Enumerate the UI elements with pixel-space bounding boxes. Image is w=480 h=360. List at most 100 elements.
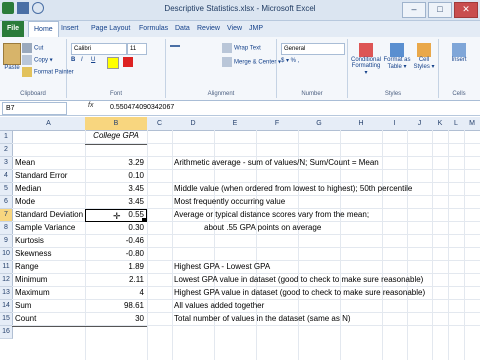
column-header-c[interactable]: C [147, 117, 173, 131]
merge-icon [222, 57, 232, 67]
format-as-table-button[interactable]: Format as Table ▾ [383, 43, 411, 70]
column-header-g[interactable]: G [298, 117, 341, 131]
insert-cells-button[interactable]: Insert [445, 43, 473, 63]
font-size-select[interactable]: 11 [127, 43, 147, 55]
formula-bar: B7 fx 0.550474090342067 [0, 101, 480, 116]
row-header-16[interactable]: 16 [0, 326, 13, 339]
close-button[interactable]: ✕ [454, 2, 478, 18]
stat-label[interactable]: Mode [15, 197, 35, 206]
tab-home[interactable]: Home [28, 21, 59, 38]
tab-file[interactable]: File [2, 21, 25, 37]
stat-label[interactable]: Median [15, 184, 41, 193]
conditional-formatting-button[interactable]: Conditional Formatting ▾ [350, 43, 382, 76]
copy-button[interactable]: Copy ▾ [22, 55, 53, 65]
stat-value[interactable]: 4 [85, 288, 144, 297]
stat-value[interactable]: 98.61 [85, 301, 144, 310]
minimize-button[interactable]: – [402, 2, 426, 18]
cursor-icon: ✛ [113, 211, 121, 221]
stat-value[interactable]: -0.80 [85, 249, 144, 258]
stat-value[interactable]: 0.10 [85, 171, 144, 180]
stat-label[interactable]: Maximum [15, 288, 50, 297]
ribbon-tabs: File Home Insert Page Layout Formulas Da… [0, 21, 480, 38]
column-header-a[interactable]: A [12, 117, 86, 131]
column-header-h[interactable]: H [340, 117, 383, 131]
stat-value[interactable]: 2.11 [85, 275, 144, 284]
stat-note[interactable]: Highest GPA - Lowest GPA [174, 262, 270, 271]
currency-button[interactable]: $ ▾ % , [281, 57, 299, 64]
stat-note[interactable]: Lowest GPA value in dataset (good to che… [174, 275, 423, 284]
stat-value[interactable]: 3.45 [85, 197, 144, 206]
column-header-f[interactable]: F [256, 117, 299, 131]
wrap-text-button[interactable]: Wrap Text [222, 43, 261, 53]
alignment-group: Wrap Text Merge & Center ▾ Alignment [166, 39, 281, 98]
stat-value[interactable]: -0.46 [85, 236, 144, 245]
stat-label[interactable]: Standard Deviation [15, 210, 83, 219]
stat-label[interactable]: Range [15, 262, 39, 271]
stat-value[interactable]: 3.45 [85, 184, 144, 193]
bold-button[interactable]: B [71, 57, 75, 63]
stat-label[interactable]: Count [15, 314, 36, 323]
header-cell[interactable]: College GPA [85, 131, 147, 140]
tab-page-layout[interactable]: Page Layout [86, 21, 135, 37]
stat-note[interactable]: Middle value (when ordered from lowest t… [174, 184, 412, 193]
name-box[interactable]: B7 [2, 102, 67, 115]
fill-color-button[interactable] [107, 57, 121, 69]
fill-color-icon [107, 57, 119, 69]
tab-review[interactable]: Review [192, 21, 225, 37]
column-header-m[interactable]: M [464, 117, 480, 131]
italic-button[interactable]: I [81, 57, 83, 63]
align-top-button[interactable] [170, 45, 182, 57]
column-header-k[interactable]: K [432, 117, 449, 131]
fill-handle[interactable] [142, 218, 146, 222]
font-name-select[interactable]: Calibri [71, 43, 127, 55]
stat-label[interactable]: Standard Error [15, 171, 67, 180]
fx-icon[interactable]: fx [88, 102, 93, 109]
stat-note[interactable]: Average or typical distance scores vary … [174, 210, 369, 219]
font-color-button[interactable] [123, 57, 135, 67]
cell-styles-button[interactable]: Cell Styles ▾ [412, 43, 436, 70]
stat-note[interactable]: Total number of values in the dataset (s… [174, 314, 351, 323]
stat-label[interactable]: Sum [15, 301, 31, 310]
stat-label[interactable]: Kurtosis [15, 236, 44, 245]
stat-value[interactable]: 0.30 [85, 223, 144, 232]
column-header-d[interactable]: D [172, 117, 215, 131]
stat-note[interactable]: All values added together [174, 301, 264, 310]
number-group: General $ ▾ % , Number [277, 39, 348, 98]
tab-jmp[interactable]: JMP [244, 21, 268, 37]
stat-value[interactable]: 3.29 [85, 158, 144, 167]
stat-note[interactable]: Arithmetic average - sum of values/N; Su… [174, 158, 379, 167]
cut-button[interactable]: Cut [22, 43, 43, 53]
column-header-j[interactable]: J [407, 117, 433, 131]
stat-value[interactable]: 1.89 [85, 262, 144, 271]
column-header-e[interactable]: E [214, 117, 257, 131]
stat-label[interactable]: Mean [15, 158, 35, 167]
styles-group: Conditional Formatting ▾ Format as Table… [348, 39, 439, 98]
tab-insert[interactable]: Insert [56, 21, 84, 37]
stat-note[interactable]: about .55 GPA points on average [204, 223, 321, 232]
stat-note[interactable]: Highest GPA value in dataset (good to ch… [174, 288, 425, 297]
column-header-b[interactable]: B [85, 117, 148, 131]
paste-button[interactable]: Paste [3, 43, 21, 71]
stat-value[interactable]: 30 [85, 314, 144, 323]
maximize-button[interactable]: □ [428, 2, 452, 18]
format-painter-button[interactable]: Format Painter [22, 67, 74, 77]
stat-label[interactable]: Skewness [15, 249, 51, 258]
conditional-formatting-label: Conditional Formatting ▾ [350, 57, 382, 76]
number-format-select[interactable]: General [281, 43, 345, 55]
tab-formulas[interactable]: Formulas [134, 21, 173, 37]
clipboard-group: Paste Cut Copy ▾ Format Painter Clipboar… [0, 39, 74, 98]
stat-note[interactable]: Most frequently occurring value [174, 197, 285, 206]
cells-label: Cells [452, 91, 466, 97]
column-header-l[interactable]: L [448, 117, 465, 131]
column-header-i[interactable]: I [382, 117, 408, 131]
merge-center-button[interactable]: Merge & Center ▾ [222, 57, 281, 67]
stat-label[interactable]: Minimum [15, 275, 47, 284]
insert-cells-label: Insert [451, 57, 467, 63]
font-color-icon [123, 57, 133, 67]
window-controls: – □ ✕ [402, 2, 478, 18]
cells-group: Insert Cells [439, 39, 479, 98]
format-as-table-label: Format as Table ▾ [383, 57, 411, 70]
formula-input[interactable]: 0.550474090342067 [110, 102, 174, 113]
stat-label[interactable]: Sample Variance [15, 223, 75, 232]
underline-button[interactable]: U [91, 57, 95, 63]
